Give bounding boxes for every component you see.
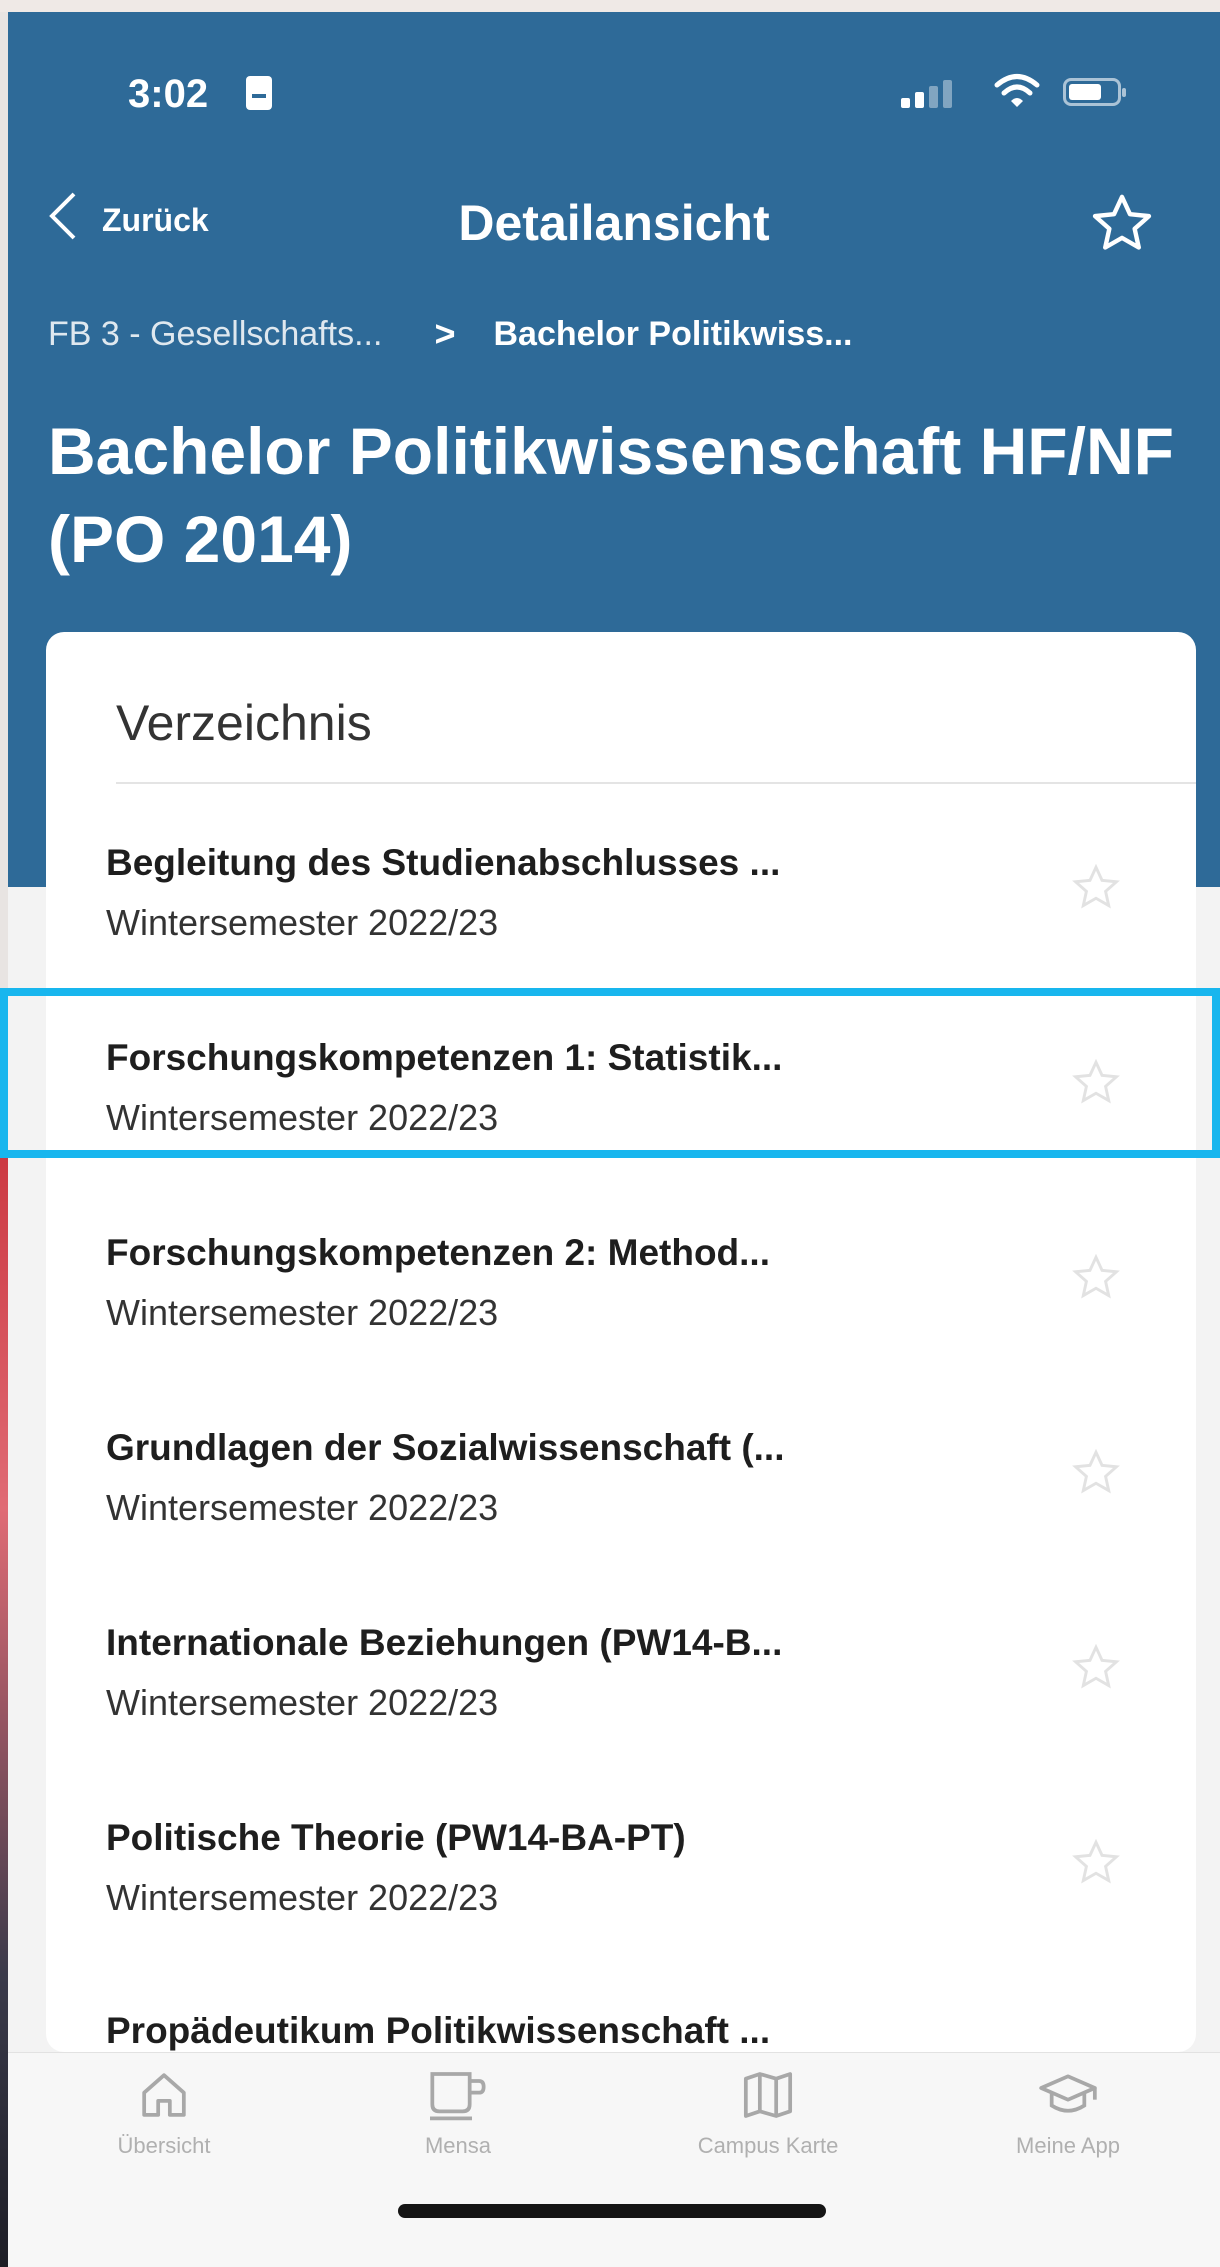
phone-screen: 3:02 Zurück Detailansicht FB 3 - Gesells… <box>8 12 1220 2267</box>
item-title: Propädeutikum Politikwissenschaft ... <box>106 2010 771 2051</box>
star-icon[interactable] <box>1071 862 1121 912</box>
tab-campus-karte[interactable]: Campus Karte <box>668 2067 868 2197</box>
item-subtitle: Wintersemester 2022/23 <box>106 1877 499 1918</box>
coffee-cup-icon <box>430 2072 486 2121</box>
star-icon[interactable] <box>1071 1447 1121 1497</box>
battery-icon <box>1063 78 1126 106</box>
item-subtitle: Wintersemester 2022/23 <box>106 902 499 943</box>
breadcrumb: FB 3 - Gesellschafts... > Bachelor Polit… <box>48 304 1198 364</box>
list-item[interactable]: Politische Theorie (PW14-BA-PT) Winterse… <box>106 1817 1186 1967</box>
star-icon[interactable] <box>1071 1837 1121 1887</box>
tab-label: Mensa <box>424 2133 492 2158</box>
navigation-bar: Zurück Detailansicht <box>8 172 1220 272</box>
status-time: 3:02 <box>128 72 209 116</box>
tab-label: Meine App <box>1016 2133 1120 2158</box>
wifi-icon <box>993 72 1041 110</box>
tab-label: Campus Karte <box>697 2133 839 2158</box>
list-item[interactable]: Internationale Beziehungen (PW14-B... Wi… <box>106 1622 1186 1772</box>
item-subtitle: Wintersemester 2022/23 <box>106 1292 499 1333</box>
tab-mensa[interactable]: Mensa <box>358 2067 558 2197</box>
item-title: Forschungskompetenzen 1: Statistik... <box>106 1037 783 1078</box>
tab-label: Übersicht <box>117 2133 211 2158</box>
list-item[interactable]: Forschungskompetenzen 2: Method... Winte… <box>106 1232 1186 1382</box>
favorite-star-icon[interactable] <box>1089 190 1155 256</box>
item-subtitle: Wintersemester 2022/23 <box>106 1487 499 1528</box>
photo-border-top <box>0 0 1220 12</box>
star-icon[interactable] <box>1071 1252 1121 1302</box>
home-indicator[interactable] <box>398 2204 826 2218</box>
list-item[interactable]: Grundlagen der Sozialwissenschaft (... W… <box>106 1427 1186 1577</box>
home-icon <box>142 2073 186 2117</box>
cellular-signal-icon <box>901 78 961 108</box>
divider <box>116 782 1196 784</box>
breadcrumb-separator: > <box>434 313 456 354</box>
map-icon <box>743 2072 793 2118</box>
item-title: Forschungskompetenzen 2: Method... <box>106 1232 770 1273</box>
item-title: Grundlagen der Sozialwissenschaft (... <box>106 1427 785 1468</box>
star-icon[interactable] <box>1071 1642 1121 1692</box>
directory-card: Verzeichnis Begleitung des Studienabschl… <box>46 632 1196 2052</box>
star-icon[interactable] <box>1071 1057 1121 1107</box>
tab-uebersicht[interactable]: Übersicht <box>64 2067 264 2197</box>
contact-card-icon <box>246 76 272 110</box>
graduation-cap-icon <box>1039 2074 1097 2113</box>
item-title: Begleitung des Studienabschlusses ... <box>106 842 781 883</box>
item-title: Politische Theorie (PW14-BA-PT) <box>106 1817 686 1858</box>
nav-title: Detailansicht <box>458 195 770 251</box>
item-subtitle: Wintersemester 2022/23 <box>106 1097 499 1138</box>
directory-title: Verzeichnis <box>116 695 372 751</box>
tab-bar: Übersicht Mensa Campus Karte Meine App <box>8 2052 1220 2267</box>
breadcrumb-parent[interactable]: FB 3 - Gesellschafts... <box>48 315 382 354</box>
breadcrumb-current[interactable]: Bachelor Politikwiss... <box>493 315 852 354</box>
item-title: Internationale Beziehungen (PW14-B... <box>106 1622 783 1663</box>
list-item[interactable]: Begleitung des Studienabschlusses ... Wi… <box>106 842 1186 992</box>
list-item[interactable]: Forschungskompetenzen 1: Statistik... Wi… <box>106 1037 1186 1187</box>
page-title: Bachelor Politikwissenschaft HF/NF (PO 2… <box>48 414 1174 576</box>
status-bar: 3:02 <box>8 52 1220 142</box>
item-subtitle: Wintersemester 2022/23 <box>106 1682 499 1723</box>
tab-meine-app[interactable]: Meine App <box>968 2067 1168 2197</box>
